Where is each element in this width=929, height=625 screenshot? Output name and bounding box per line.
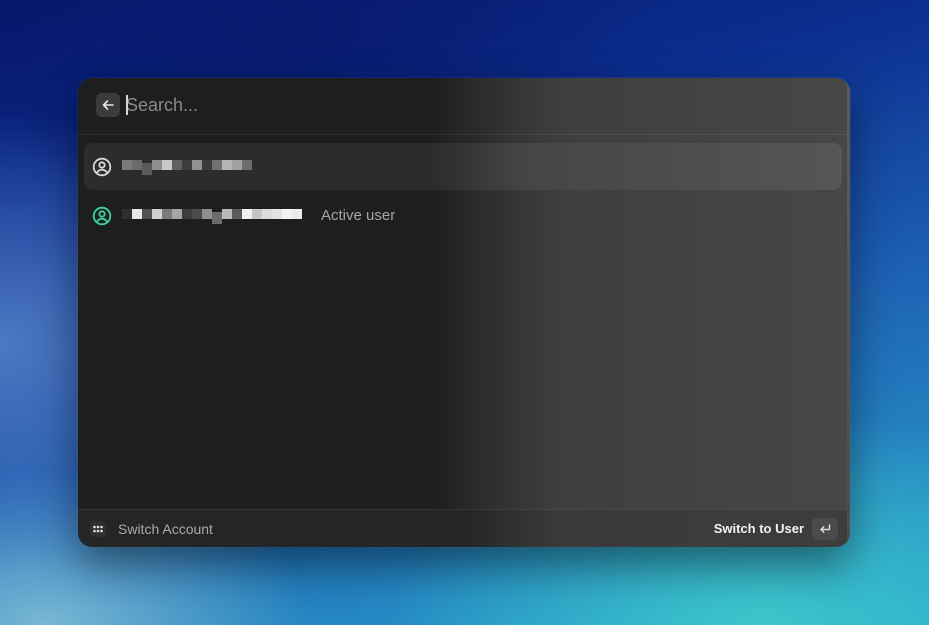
switch-account-window: Active user Switch Account Switch to Use… — [78, 78, 850, 547]
footer-app-title: Switch Account — [90, 510, 213, 547]
return-key-icon — [812, 517, 838, 540]
footer-title: Switch Account — [118, 520, 213, 537]
window-edge — [847, 78, 850, 547]
search-bar — [78, 78, 850, 135]
back-button[interactable] — [96, 93, 120, 117]
list-item[interactable] — [84, 143, 842, 190]
active-user-label: Active user — [321, 207, 396, 224]
dots-grid-icon — [90, 520, 106, 537]
primary-action-label: Switch to User — [713, 521, 804, 536]
person-circle-icon — [92, 206, 112, 226]
text-caret — [126, 95, 128, 115]
list-item[interactable]: Active user — [84, 192, 842, 239]
search-input[interactable] — [126, 90, 776, 120]
redacted-username — [122, 158, 252, 175]
action-bar: Switch Account Switch to User — [78, 509, 850, 547]
arrow-left-icon — [102, 100, 114, 110]
person-circle-icon — [92, 157, 112, 177]
redacted-username — [122, 207, 302, 224]
switch-to-user-button[interactable]: Switch to User — [714, 510, 838, 547]
user-list: Active user — [84, 143, 842, 239]
